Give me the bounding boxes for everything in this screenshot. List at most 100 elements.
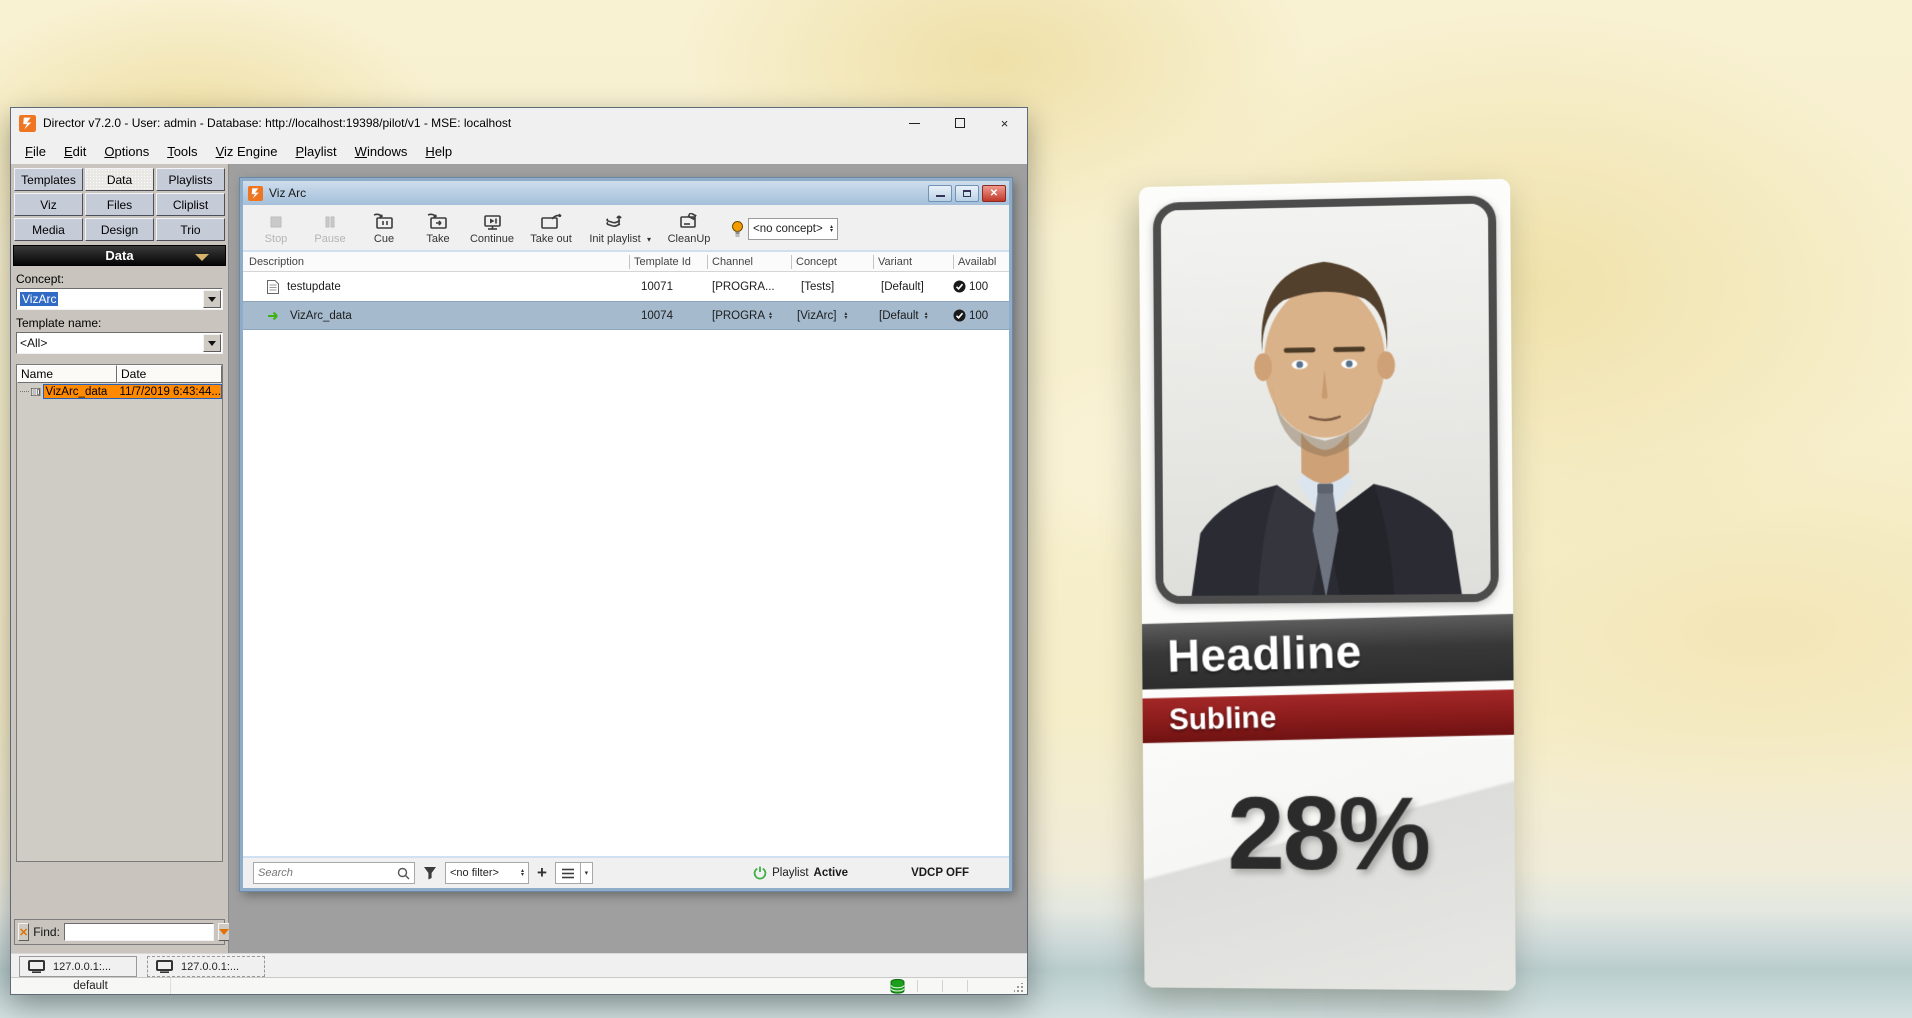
maximize-button[interactable] [937, 108, 982, 138]
vdcp-status[interactable]: VDCP OFF [911, 867, 969, 879]
menu-viz-engine[interactable]: Viz Engine [208, 141, 286, 162]
filter-dropdown[interactable]: <no filter> ▴▾ [445, 862, 529, 884]
concept-filter-dropdown[interactable]: <no concept> ▴▾ [748, 218, 838, 240]
row-variant: [Default [879, 310, 919, 322]
find-bar: ✕ Find: [14, 919, 225, 945]
menu-tools[interactable]: Tools [159, 141, 205, 162]
add-filter-button[interactable]: + [537, 863, 547, 883]
tab-files[interactable]: Files [85, 193, 154, 216]
close-icon: × [1001, 116, 1009, 131]
spinner-icon: ▴▾ [521, 869, 524, 877]
cleanup-button[interactable]: CleanUp [657, 208, 721, 250]
available-check-icon [953, 309, 966, 322]
menu-playlist[interactable]: Playlist [287, 141, 344, 162]
minimize-button[interactable] [892, 108, 937, 138]
title-bar[interactable]: Director v7.2.0 - User: admin - Database… [11, 108, 1027, 138]
tab-data[interactable]: Data [85, 168, 154, 191]
row-template-id: 10071 [629, 281, 707, 293]
subline-bar: Subline [1139, 689, 1516, 743]
stop-icon [267, 213, 285, 231]
menu-file[interactable]: File [17, 141, 54, 162]
view-mode-button[interactable] [555, 862, 581, 884]
column-description[interactable]: Description [243, 256, 629, 268]
template-name-combobox[interactable]: <All> [16, 332, 223, 354]
monitor-icon [156, 960, 173, 973]
filter-funnel-icon[interactable] [423, 866, 437, 880]
mdi-area: Viz Arc ✕ Stop Pause [229, 164, 1027, 953]
profile-name[interactable]: default [11, 978, 171, 994]
power-icon [753, 866, 767, 880]
tab-design[interactable]: Design [85, 218, 154, 241]
column-header-date[interactable]: Date [117, 365, 222, 383]
menu-windows[interactable]: Windows [347, 141, 416, 162]
find-close-button[interactable]: ✕ [18, 923, 29, 941]
continue-icon [481, 213, 503, 231]
playlist-row-testupdate[interactable]: testupdate 10071 [PROGRA... [Tests] [Def… [243, 272, 1009, 301]
vizarc-title-bar[interactable]: Viz Arc ✕ [243, 181, 1009, 205]
init-playlist-icon [604, 213, 626, 231]
tab-cliplist[interactable]: Cliplist [156, 193, 225, 216]
menu-help[interactable]: Help [417, 141, 460, 162]
cue-button[interactable]: Cue [357, 208, 411, 250]
take-out-button[interactable]: Take out [519, 208, 583, 250]
engine-button-1[interactable]: 127.0.0.1:... [19, 956, 137, 977]
init-playlist-dropdown[interactable]: ▾ [647, 235, 657, 244]
concept-dropdown-button[interactable] [203, 290, 221, 308]
view-mode-dropdown[interactable]: ▾ [581, 862, 593, 884]
find-input[interactable] [64, 923, 214, 941]
chevron-down-icon [195, 254, 209, 261]
search-box[interactable] [253, 862, 415, 884]
pause-button[interactable]: Pause [303, 208, 357, 250]
tab-trio[interactable]: Trio [156, 218, 225, 241]
search-input[interactable] [258, 867, 397, 879]
engine-button-2[interactable]: 127.0.0.1:... [147, 956, 265, 977]
column-variant[interactable]: Variant [873, 255, 953, 269]
column-header-name[interactable]: Name [17, 365, 117, 383]
column-concept[interactable]: Concept [791, 255, 873, 269]
list-item[interactable]: VizArc_data 11/7/2019 6:43:44... [17, 384, 222, 399]
continue-button[interactable]: Continue [465, 208, 519, 250]
concept-spinner[interactable]: ▴▾ [844, 312, 847, 320]
take-button[interactable]: Take [411, 208, 465, 250]
take-icon [427, 213, 449, 231]
data-section-title: Data [105, 248, 133, 263]
playlist-row-vizarc-data[interactable]: VizArc_data 10074 [PROGRA ▴▾ [VizArc] ▴▾… [243, 301, 1009, 330]
viz-logo-icon [19, 115, 36, 132]
vizarc-restore-button[interactable] [955, 185, 979, 202]
vizarc-minimize-button[interactable] [928, 185, 952, 202]
vizarc-close-button[interactable]: ✕ [982, 185, 1006, 202]
menu-options[interactable]: Options [96, 141, 157, 162]
concept-combobox[interactable]: VizArc [16, 288, 223, 310]
close-button[interactable]: × [982, 108, 1027, 138]
tab-viz[interactable]: Viz [14, 193, 83, 216]
vizarc-window: Viz Arc ✕ Stop Pause [240, 178, 1012, 891]
chevron-down-icon [208, 341, 216, 346]
headline-text: Headline [1167, 624, 1363, 683]
data-section-header[interactable]: Data [13, 245, 226, 266]
menu-edit[interactable]: Edit [56, 141, 94, 162]
database-icon[interactable] [890, 979, 905, 994]
tab-templates[interactable]: Templates [14, 168, 83, 191]
resize-grip-icon[interactable] [1014, 983, 1024, 993]
channel-spinner[interactable]: ▴▾ [769, 312, 772, 320]
column-channel[interactable]: Channel [707, 255, 791, 269]
status-bar: default [11, 977, 1027, 994]
list-item-date: 11/7/2019 6:43:44... [120, 386, 221, 398]
cue-icon [373, 213, 395, 231]
document-icon [267, 280, 279, 294]
template-dropdown-button[interactable] [203, 334, 221, 352]
stop-button[interactable]: Stop [249, 208, 303, 250]
column-available[interactable]: Availabl [953, 255, 1009, 269]
playlist-state[interactable]: Playlist Active [753, 866, 848, 880]
row-concept: [Tests] [791, 281, 873, 293]
window-title: Director v7.2.0 - User: admin - Database… [43, 116, 511, 130]
variant-spinner[interactable]: ▴▾ [925, 312, 928, 320]
tab-media[interactable]: Media [14, 218, 83, 241]
init-playlist-button[interactable]: Init playlist [583, 208, 647, 250]
tab-playlists[interactable]: Playlists [156, 168, 225, 191]
engine-bar: 127.0.0.1:... 127.0.0.1:... [11, 953, 1027, 979]
pause-icon [321, 213, 339, 231]
director-window: Director v7.2.0 - User: admin - Database… [10, 107, 1028, 995]
column-template-id[interactable]: Template Id [629, 255, 707, 269]
row-template-id: 10074 [629, 310, 707, 322]
